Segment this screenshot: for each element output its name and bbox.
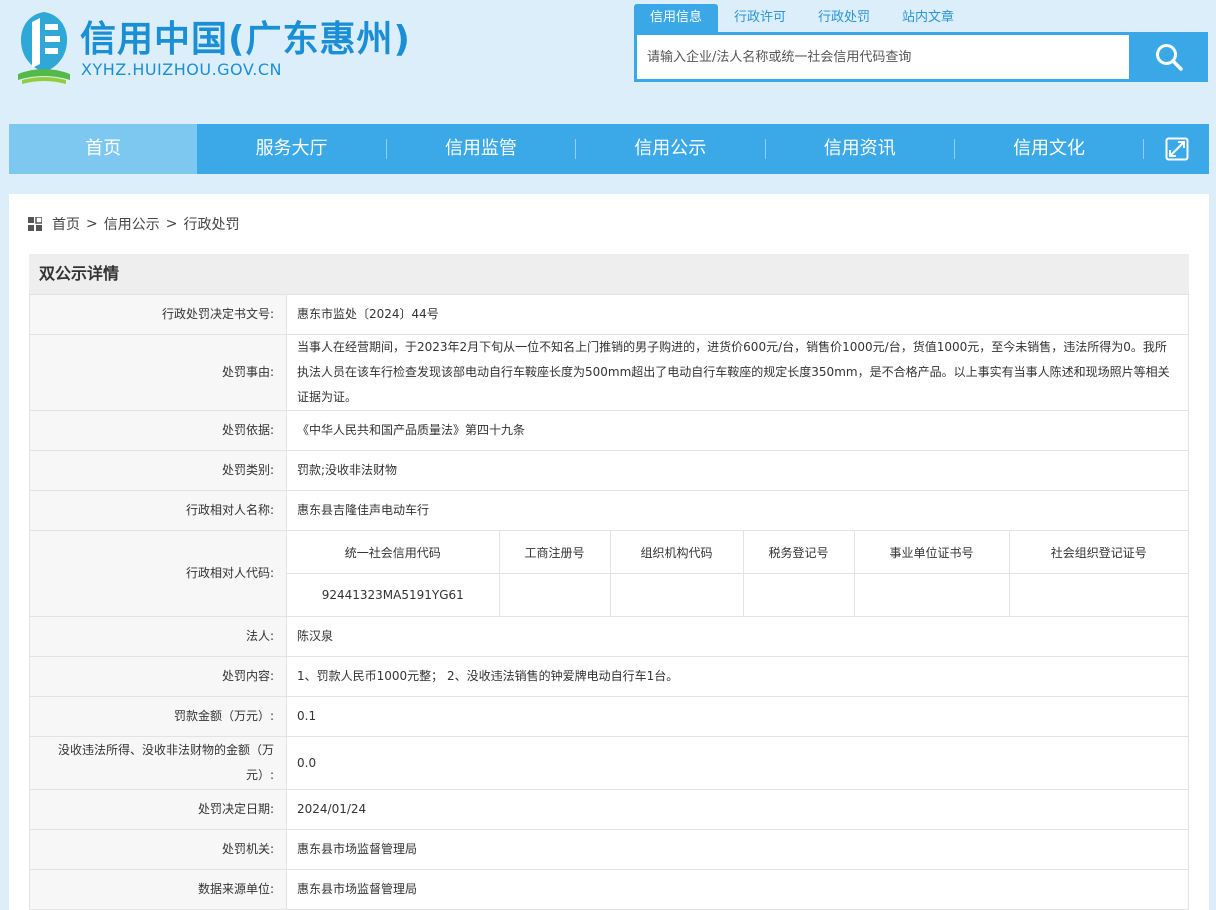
- party-code-label: 行政相对人代码:: [29, 530, 287, 617]
- data-source-value: 惠东县市场监督管理局: [286, 869, 1189, 910]
- decision-no-label: 行政处罚决定书文号:: [29, 294, 287, 335]
- legal-person-label: 法人:: [29, 616, 287, 657]
- search-tab-admin-penalty[interactable]: 行政处罚: [802, 4, 886, 32]
- site-url: XYHZ.HUIZHOU.GOV.CN: [81, 60, 282, 79]
- nav-item-credit-publicity[interactable]: 信用公示: [576, 124, 764, 174]
- site-title[interactable]: 信用中国(广东惠州): [80, 10, 411, 62]
- penalty-content-label: 处罚内容:: [29, 656, 287, 697]
- code-header-tax-reg: 税务登记号: [742, 531, 855, 574]
- search-tab-site-articles[interactable]: 站内文章: [886, 4, 970, 32]
- search-tab-credit-info[interactable]: 信用信息: [634, 4, 719, 32]
- huizhou-logo-icon[interactable]: [12, 8, 76, 86]
- code-header-org-code: 组织机构代码: [609, 531, 744, 574]
- authority-value: 惠东县市场监督管理局: [286, 829, 1189, 870]
- nav-item-credit-culture[interactable]: 信用文化: [955, 124, 1143, 174]
- code-value-business-reg: [498, 573, 611, 616]
- basis-value: 《中华人民共和国产品质量法》第四十九条: [286, 410, 1189, 451]
- site-header: 信用中国(广东惠州) XYHZ.HUIZHOU.GOV.CN 信用信息 行政许可…: [0, 0, 1216, 124]
- decision-no-value: 惠东市监处〔2024〕44号: [286, 294, 1189, 335]
- code-value-institution-cert: [853, 573, 1010, 616]
- code-value-org-code: [609, 573, 744, 616]
- search-tab-admin-license[interactable]: 行政许可: [718, 4, 802, 32]
- table-row: 没收违法所得、没收非法财物的金额（万元）: 0.0: [29, 736, 1189, 790]
- search-button[interactable]: [1130, 32, 1208, 82]
- category-label: 处罚类别:: [29, 450, 287, 491]
- decision-date-label: 处罚决定日期:: [29, 789, 287, 830]
- party-name-label: 行政相对人名称:: [29, 490, 287, 531]
- nav-expand-button[interactable]: [1144, 124, 1209, 174]
- category-value: 罚款;没收非法财物: [286, 450, 1189, 491]
- search-input[interactable]: [637, 35, 1129, 79]
- nav-item-credit-news[interactable]: 信用资讯: [766, 124, 954, 174]
- expand-icon: [1165, 137, 1189, 161]
- code-header-social-org: 社会组织登记证号: [1008, 531, 1188, 574]
- detail-panel: 双公示详情 行政处罚决定书文号: 惠东市监处〔2024〕44号 处罚事由: 当事…: [29, 254, 1189, 910]
- confiscation-value: 0.0: [286, 736, 1189, 790]
- basis-label: 处罚依据:: [29, 410, 287, 451]
- table-row: 处罚依据: 《中华人民共和国产品质量法》第四十九条: [29, 410, 1189, 451]
- fine-amount-value: 0.1: [286, 696, 1189, 737]
- data-source-label: 数据来源单位:: [29, 869, 287, 910]
- table-row: 处罚机关: 惠东县市场监督管理局: [29, 829, 1189, 870]
- table-row: 处罚类别: 罚款;没收非法财物: [29, 450, 1189, 491]
- panel-title: 双公示详情: [29, 254, 1189, 294]
- main-nav: 首页 服务大厅 信用监管 信用公示 信用资讯 信用文化: [9, 124, 1209, 174]
- legal-person-value: 陈汉泉: [286, 616, 1189, 657]
- search-tabs: 信用信息 行政许可 行政处罚 站内文章: [634, 4, 970, 32]
- authority-label: 处罚机关:: [29, 829, 287, 870]
- table-row: 法人: 陈汉泉: [29, 616, 1189, 657]
- code-header-institution-cert: 事业单位证书号: [853, 531, 1010, 574]
- table-row: 行政处罚决定书文号: 惠东市监处〔2024〕44号: [29, 294, 1189, 335]
- code-value-social-org: [1008, 573, 1188, 616]
- nav-item-home[interactable]: 首页: [9, 124, 198, 174]
- nav-item-credit-supervision[interactable]: 信用监管: [387, 124, 575, 174]
- reason-label: 处罚事由:: [29, 334, 287, 411]
- table-row: 行政相对人名称: 惠东县吉隆佳声电动车行: [29, 490, 1189, 531]
- reason-value: 当事人在经营期间，于2023年2月下旬从一位不知名上门推销的男子购进的，进货价6…: [286, 334, 1189, 411]
- table-row: 处罚事由: 当事人在经营期间，于2023年2月下旬从一位不知名上门推销的男子购进…: [29, 334, 1189, 411]
- breadcrumb-credit-publicity[interactable]: 信用公示: [104, 214, 160, 234]
- table-row: 行政相对人代码: 统一社会信用代码 工商注册号 组织机构代码 税务登记号 事业单…: [29, 530, 1189, 617]
- code-header-credit: 统一社会信用代码: [287, 531, 500, 574]
- table-row: 统一社会信用代码 工商注册号 组织机构代码 税务登记号 事业单位证书号 社会组织…: [287, 531, 1188, 574]
- party-code-table: 统一社会信用代码 工商注册号 组织机构代码 税务登记号 事业单位证书号 社会组织…: [287, 531, 1188, 616]
- main-content: 首页 > 信用公示 > 行政处罚 双公示详情 行政处罚决定书文号: 惠东市监处〔…: [9, 194, 1209, 910]
- grid-icon: [28, 217, 42, 231]
- breadcrumb-separator: >: [165, 216, 178, 232]
- search-box: [634, 32, 1208, 82]
- search-icon: [1156, 44, 1183, 71]
- table-row: 处罚内容: 1、罚款人民币1000元整； 2、没收违法销售的钟爱牌电动自行车1台…: [29, 656, 1189, 697]
- penalty-content-value: 1、罚款人民币1000元整； 2、没收违法销售的钟爱牌电动自行车1台。: [286, 656, 1189, 697]
- confiscation-label: 没收违法所得、没收非法财物的金额（万元）:: [29, 736, 287, 790]
- nav-item-service-hall[interactable]: 服务大厅: [197, 124, 385, 174]
- decision-date-value: 2024/01/24: [286, 789, 1189, 830]
- table-row: 92441323MA5191YG61: [287, 573, 1188, 616]
- code-value-tax-reg: [742, 573, 855, 616]
- code-value-credit: 92441323MA5191YG61: [287, 573, 500, 616]
- table-row: 处罚决定日期: 2024/01/24: [29, 789, 1189, 830]
- party-code-cell: 统一社会信用代码 工商注册号 组织机构代码 税务登记号 事业单位证书号 社会组织…: [286, 530, 1189, 617]
- table-row: 数据来源单位: 惠东县市场监督管理局: [29, 869, 1189, 910]
- table-row: 罚款金额（万元）: 0.1: [29, 696, 1189, 737]
- fine-amount-label: 罚款金额（万元）:: [29, 696, 287, 737]
- breadcrumb-home[interactable]: 首页: [52, 214, 80, 234]
- breadcrumb: 首页 > 信用公示 > 行政处罚: [28, 214, 245, 234]
- breadcrumb-separator: >: [86, 216, 98, 232]
- detail-table: 行政处罚决定书文号: 惠东市监处〔2024〕44号 处罚事由: 当事人在经营期间…: [29, 294, 1189, 910]
- breadcrumb-admin-penalty[interactable]: 行政处罚: [183, 214, 239, 234]
- code-header-business-reg: 工商注册号: [498, 531, 611, 574]
- party-name-value: 惠东县吉隆佳声电动车行: [286, 490, 1189, 531]
